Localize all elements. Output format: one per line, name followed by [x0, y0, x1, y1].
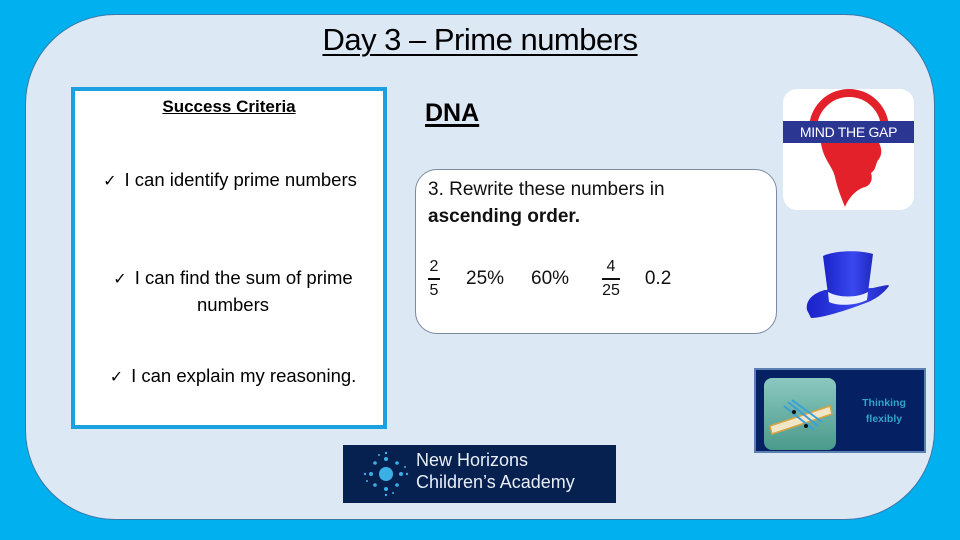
academy-logo: New Horizons Children’s Academy: [343, 445, 616, 503]
thinking-label-line1: Thinking: [862, 397, 906, 409]
number-item: 25%: [466, 267, 505, 289]
dna-heading: DNA: [425, 99, 480, 127]
numerator: 4: [606, 258, 616, 275]
mind-the-gap-label: MIND THE GAP: [783, 121, 914, 143]
fraction-four-twentyfifths: 4 25: [602, 258, 620, 300]
criteria-item: ✓ I can explain my reasoning.: [83, 363, 383, 390]
criteria-item-text: I can identify prime numbers: [124, 169, 357, 190]
success-criteria-box: Success Criteria ✓ I can identify prime n…: [71, 87, 387, 429]
criteria-item: ✓ I can identify prime numbers: [85, 167, 375, 194]
fraction-bar: [602, 278, 620, 280]
number-item: 0.2: [644, 267, 672, 289]
numerator: 2: [429, 258, 439, 275]
number-item: 60%: [531, 267, 570, 289]
criteria-item-text: I can find the sum of prime numbers: [134, 267, 353, 315]
criteria-item-text: I can explain my reasoning.: [131, 365, 357, 386]
criteria-item: ✓ I can find the sum of prime numbers: [83, 265, 383, 317]
checkmark-icon: ✓: [109, 369, 124, 386]
fraction-bar: [428, 278, 440, 280]
thinking-flexibly-label: Thinking flexibly: [848, 395, 920, 427]
blue-top-hat-icon: [806, 251, 889, 318]
fraction-two-fifths: 2 5: [428, 258, 440, 300]
question-emphasis: ascending order.: [428, 206, 581, 227]
mind-the-gap-icon: [809, 89, 889, 207]
question-card: 3. Rewrite these numbers in ascending or…: [415, 169, 777, 334]
slide-title: Day 3 – Prime numbers: [322, 22, 638, 57]
checkmark-icon: ✓: [103, 173, 117, 190]
success-criteria-heading: Success Criteria: [162, 97, 296, 116]
thinking-flexibly-badge: Thinking flexibly: [754, 368, 926, 453]
academy-name: New Horizons Children’s Academy: [416, 449, 575, 493]
thinking-label-line2: flexibly: [865, 413, 903, 425]
number-list: 2 5 25% 60% 4 25 0.2: [428, 258, 671, 300]
denominator: 5: [429, 281, 439, 299]
denominator: 25: [602, 281, 620, 299]
academy-name-line2: Children’s Academy: [416, 472, 575, 492]
academy-name-line1: New Horizons: [416, 450, 529, 470]
thinking-flexibly-icon: [764, 378, 836, 450]
mind-the-gap-badge: MIND THE GAP: [783, 89, 914, 210]
starburst-logo-icon: [363, 451, 409, 497]
checkmark-icon: ✓: [113, 271, 127, 288]
question-text: 3. Rewrite these numbers in: [428, 179, 665, 200]
